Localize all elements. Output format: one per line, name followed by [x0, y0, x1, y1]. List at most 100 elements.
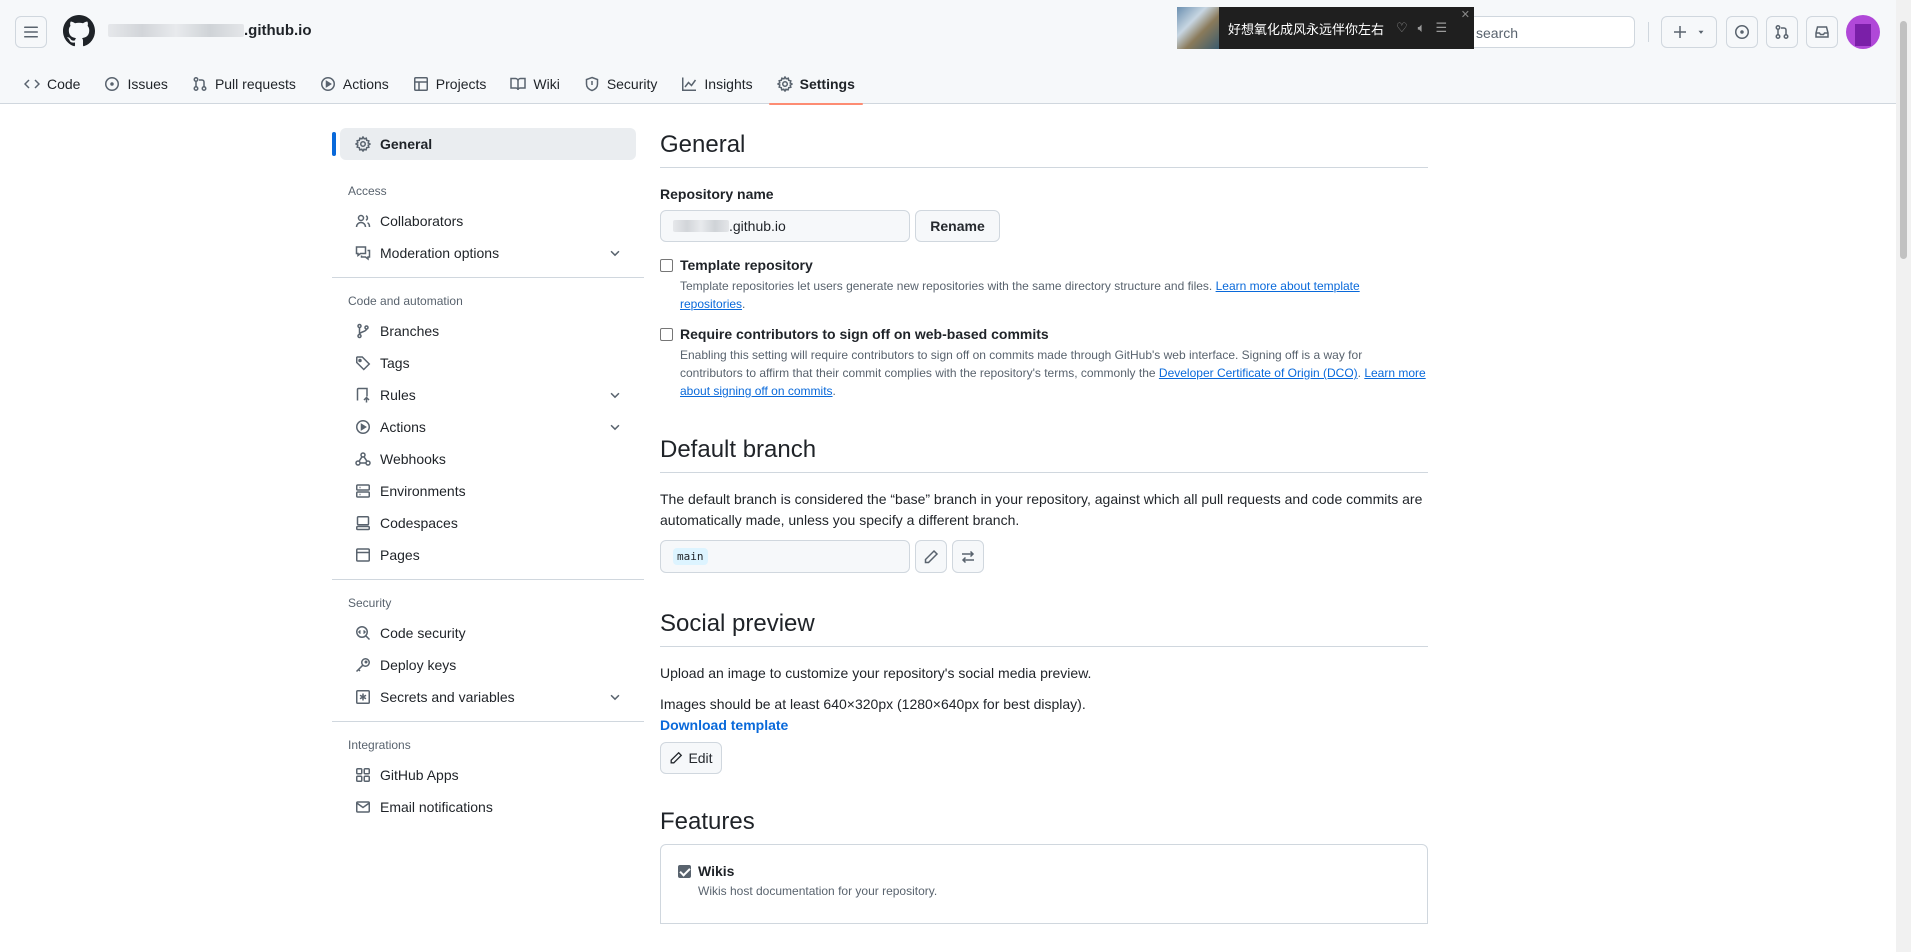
tab-security[interactable]: Security — [576, 64, 666, 104]
mail-icon — [356, 801, 370, 813]
wikis-checkbox[interactable] — [678, 865, 691, 878]
social-preview-line1: Upload an image to customize your reposi… — [660, 665, 1092, 681]
sidebar-item-code-security[interactable]: Code security — [340, 617, 636, 649]
issues-button[interactable] — [1726, 16, 1758, 48]
chevron-down-icon — [610, 250, 620, 257]
sidebar-item-codespaces[interactable]: Codespaces — [340, 507, 636, 539]
codespaces-icon — [356, 516, 370, 531]
tab-insights[interactable]: Insights — [673, 64, 760, 104]
git-pull-request-icon — [193, 77, 207, 91]
webhook-icon — [355, 452, 371, 466]
plus-icon — [1674, 26, 1686, 38]
sidebar-item-tags[interactable]: Tags — [340, 347, 636, 379]
server-icon — [356, 484, 370, 498]
inbox-button[interactable] — [1806, 16, 1838, 48]
repo-name-input[interactable]: .github.io — [660, 210, 910, 242]
gear-icon — [355, 136, 371, 152]
sidebar-item-actions[interactable]: Actions — [340, 411, 636, 443]
create-new-button[interactable] — [1661, 16, 1717, 48]
repo-name-suffix: .github.io — [244, 22, 312, 39]
heart-icon[interactable]: ♡ — [1396, 20, 1408, 36]
media-overlay[interactable]: 好想氧化成风永远伴你左右 ♡ 🔈︎ ☰ ✕ — [1177, 7, 1474, 49]
comment-discussion-icon — [355, 246, 371, 261]
template-repo-checkbox[interactable] — [660, 259, 673, 272]
sidebar-item-email-notifications[interactable]: Email notifications — [340, 791, 636, 823]
media-title: 好想氧化成风永远伴你左右 — [1228, 22, 1385, 38]
chevron-down-icon — [610, 694, 620, 701]
menu-button[interactable] — [15, 16, 47, 48]
close-icon[interactable]: ✕ — [1461, 8, 1470, 21]
page-scrollbar[interactable] — [1896, 0, 1911, 952]
repo-tabs: Code Issues Pull requests Actions Projec… — [16, 64, 871, 105]
playlist-icon[interactable]: ☰ — [1435, 20, 1447, 36]
signoff-label: Require contributors to sign off on web-… — [680, 326, 1049, 342]
switch-branch-button[interactable] — [952, 540, 984, 573]
repo-push-icon — [356, 387, 370, 403]
features-heading: Features — [660, 808, 755, 835]
codescan-icon — [356, 626, 371, 641]
volume-icon[interactable]: 🔈︎ — [1418, 20, 1426, 36]
inbox-icon — [1815, 26, 1829, 38]
sidebar-item-pages[interactable]: Pages — [340, 539, 636, 571]
features-box: Wikis Wikis host documentation for your … — [660, 844, 1428, 924]
wikis-note: Wikis host documentation for your reposi… — [698, 884, 938, 898]
app-header: .github.io 好想氧化成风永远伴你左右 ♡ 🔈︎ ☰ ✕ search … — [0, 0, 1896, 105]
git-branch-icon — [357, 323, 369, 339]
arrow-switch-icon — [961, 550, 975, 563]
scrollbar-thumb[interactable] — [1900, 21, 1907, 259]
sidebar-item-webhooks[interactable]: Webhooks — [340, 443, 636, 475]
people-icon — [355, 214, 371, 228]
tab-wiki[interactable]: Wiki — [502, 64, 567, 104]
tab-actions[interactable]: Actions — [312, 64, 397, 104]
dco-link[interactable]: Developer Certificate of Origin (DCO) — [1159, 366, 1358, 380]
group-title-code-automation: Code and automation — [348, 294, 463, 308]
search-input[interactable]: search — [1474, 16, 1635, 48]
repo-name-label: Repository name — [660, 186, 774, 202]
sidebar-item-collaborators[interactable]: Collaborators — [340, 205, 636, 237]
sidebar-item-secrets-variables[interactable]: Secrets and variables — [340, 681, 636, 713]
download-template-link[interactable]: Download template — [660, 715, 1428, 736]
sidebar-item-general[interactable]: General — [332, 128, 636, 160]
rename-button[interactable]: Rename — [915, 210, 1000, 242]
social-preview-header: Social preview — [660, 610, 1428, 647]
sidebar-item-rules[interactable]: Rules — [340, 379, 636, 411]
default-branch-description: The default branch is considered the “ba… — [660, 491, 1423, 528]
default-branch-heading: Default branch — [660, 436, 817, 463]
repo-breadcrumb[interactable]: .github.io — [108, 22, 311, 39]
default-branch-header: Default branch — [660, 436, 1428, 473]
play-icon — [356, 420, 370, 434]
group-title-security: Security — [348, 596, 392, 610]
tab-pull-requests[interactable]: Pull requests — [184, 64, 304, 104]
edit-branch-button[interactable] — [915, 540, 947, 573]
tab-projects[interactable]: Projects — [405, 64, 495, 104]
play-icon — [320, 77, 335, 91]
signoff-note: Enabling this setting will require contr… — [680, 348, 1426, 398]
template-repo-label: Template repository — [680, 257, 813, 273]
sidebar-item-github-apps[interactable]: GitHub Apps — [340, 759, 636, 791]
three-bars-icon — [24, 26, 38, 38]
github-logo-icon[interactable] — [63, 15, 95, 47]
tag-icon — [356, 356, 371, 371]
group-title-access: Access — [348, 184, 387, 198]
chevron-down-icon — [610, 392, 620, 399]
tab-settings[interactable]: Settings — [768, 64, 864, 105]
table-icon — [413, 77, 428, 91]
sidebar-item-environments[interactable]: Environments — [340, 475, 636, 507]
signoff-checkbox[interactable] — [660, 328, 673, 341]
shield-icon — [585, 76, 599, 92]
social-preview-heading: Social preview — [660, 610, 815, 637]
sidebar-item-deploy-keys[interactable]: Deploy keys — [340, 649, 636, 681]
pull-requests-button[interactable] — [1766, 16, 1798, 48]
graph-icon — [682, 77, 697, 91]
avatar[interactable] — [1846, 15, 1880, 49]
wikis-label: Wikis — [698, 863, 735, 879]
tab-issues[interactable]: Issues — [96, 64, 175, 104]
template-repo-setting: Template repository Template repositorie… — [660, 257, 1428, 313]
sidebar-item-moderation-options[interactable]: Moderation options — [340, 237, 636, 269]
group-title-integrations: Integrations — [348, 738, 411, 752]
general-header: General — [660, 128, 1428, 168]
edit-preview-button[interactable]: Edit — [660, 742, 722, 774]
sidebar-item-branches[interactable]: Branches — [340, 315, 636, 347]
redacted-owner — [108, 24, 244, 37]
tab-code[interactable]: Code — [16, 64, 88, 104]
